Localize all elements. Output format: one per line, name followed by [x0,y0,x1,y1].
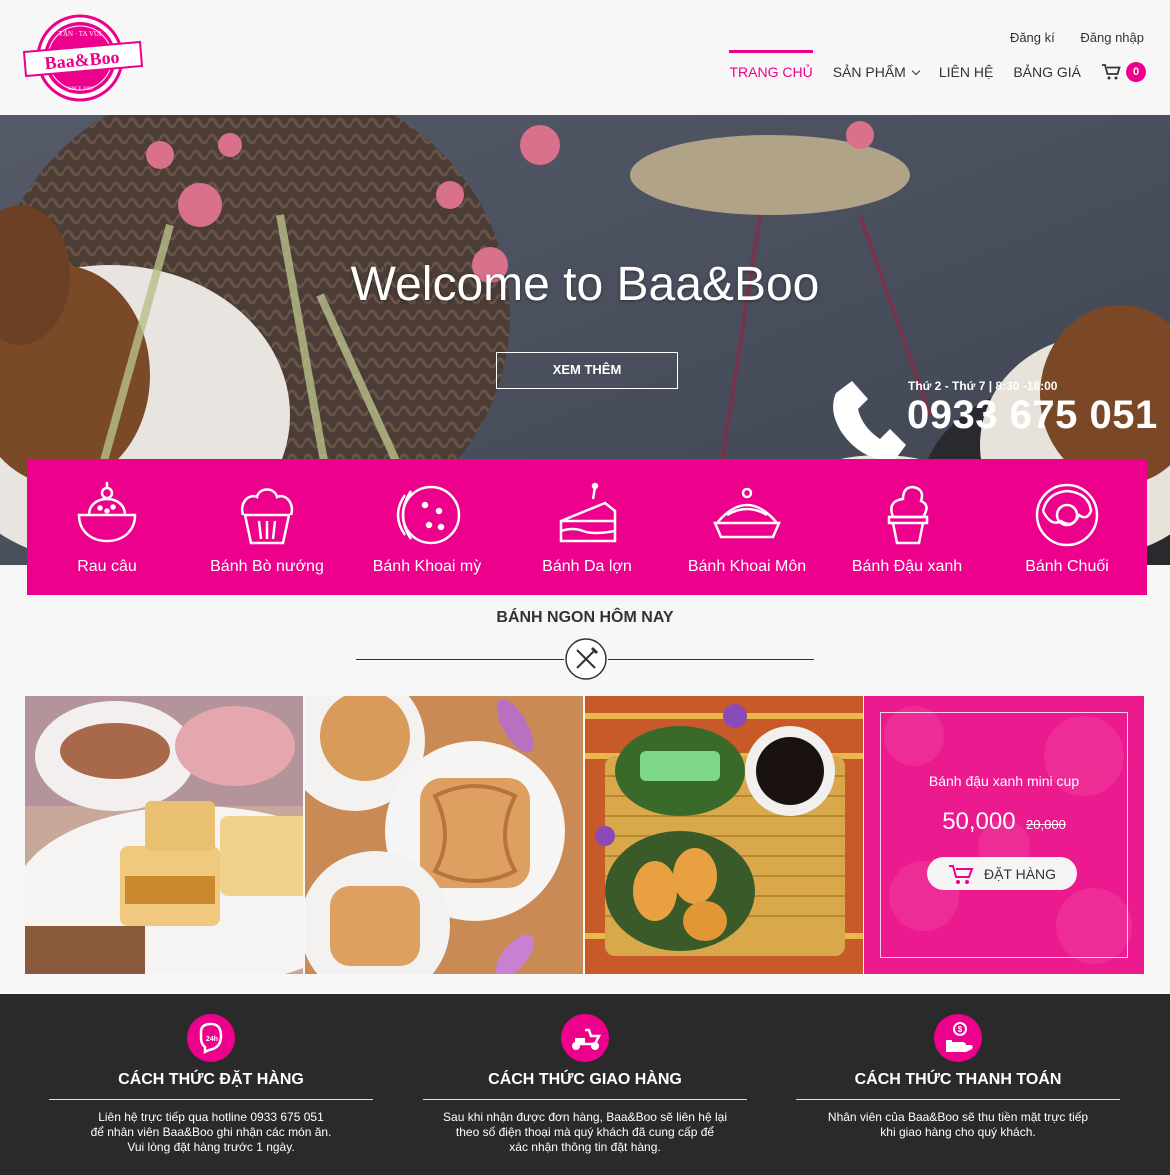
site-header: TẬN · TA VUI Baa&Boo SINCE 2009 Đăng kí … [0,0,1170,115]
text-line: Sau khi nhận được đơn hàng, Baa&Boo sẽ l… [443,1110,727,1124]
text-line: theo số điện thoại mà quý khách đã cung … [455,1125,715,1139]
category-banh-chuoi[interactable]: Bánh Chuối [987,459,1147,595]
product-image-kuih[interactable] [585,696,863,974]
category-label: Rau câu [77,558,137,575]
scooter-icon [561,1014,609,1062]
order-button[interactable]: ĐẶT HÀNG [927,857,1077,890]
icecream-icon [887,485,929,545]
svg-text:TẬN · TA VUI: TẬN · TA VUI [59,30,102,38]
cart-count-badge: 0 [1126,62,1146,82]
svg-text:SINCE 2009: SINCE 2009 [67,87,93,92]
pie-icon [713,487,781,539]
nav-prices[interactable]: BẢNG GIÁ [1013,50,1081,94]
ordering-text: Liên hệ trực tiếp qua hotline 0933 675 0… [49,1110,373,1155]
nav-products[interactable]: SẢN PHẨM [832,50,921,94]
info-footer: 24h CÁCH THỨC ĐẶT HÀNG Liên hệ trực tiếp… [0,994,1170,1175]
category-banh-khoai-my[interactable]: Bánh Khoai mỳ [347,459,507,595]
divider [49,1099,373,1100]
category-banh-da-lon[interactable]: Bánh Da lợn [507,459,667,595]
cake-slice-icon [559,482,617,543]
brand-logo[interactable]: TẬN · TA VUI Baa&Boo SINCE 2009 [22,14,144,102]
category-label: Bánh Bò nướng [210,558,324,575]
cutlery-icon [565,638,607,680]
nav-home[interactable]: TRANG CHỦ [729,50,813,94]
category-label: Bánh Khoai Môn [687,558,807,575]
text-line: khi giao hàng cho quý khách. [880,1125,1036,1139]
divider [423,1099,747,1100]
divider [796,1099,1120,1100]
text-line: xác nhận thông tin đặt hàng. [509,1140,661,1154]
category-label: Bánh Da lợn [542,558,632,575]
text-line: Liên hệ trực tiếp qua hotline 0933 675 0… [98,1110,324,1124]
donut-icon [1035,483,1099,547]
category-banh-khoai-mon[interactable]: Bánh Khoai Môn [667,459,827,595]
category-label: Bánh Đậu xanh [851,558,963,575]
category-banh-dau-xanh[interactable]: Bánh Đậu xanh [827,459,987,595]
promo-product-name: Bánh đậu xanh mini cup [928,773,1080,789]
register-link[interactable]: Đăng kí [1010,30,1055,45]
cookie-icon [396,485,461,545]
text-line: để nhân viên Baa&Boo ghi nhận các món ăn… [90,1125,332,1139]
login-link[interactable]: Đăng nhập [1080,30,1144,45]
category-rau-cau[interactable]: Rau câu [27,459,187,595]
cart-button[interactable]: 0 [1101,62,1146,82]
divider-line-left [356,659,564,660]
cupcake-icon [240,488,294,545]
category-bar: Rau câu Bánh Bò nướng Bánh Khoai mỳ Bánh… [27,459,1147,595]
product-image-mooncake[interactable] [305,696,583,974]
chevron-down-icon [911,66,921,76]
payment-title: CÁCH THỨC THANH TOÁN [854,1071,1062,1088]
category-banh-bo-nuong[interactable]: Bánh Bò nướng [187,459,347,595]
payment-text: Nhân viên của Baa&Boo sẽ thu tiền mặt tr… [796,1110,1120,1140]
svg-text:24h: 24h [206,1036,218,1043]
nav-contact[interactable]: LIÊN HỆ [939,50,993,94]
order-button-label: ĐẶT HÀNG [983,865,1057,882]
hero-title: Welcome to Baa&Boo [350,258,820,311]
divider-line-right [608,659,814,660]
cash-hand-icon: $ [934,1014,982,1062]
jelly-icon [77,482,137,543]
section-title: BÁNH NGON HÔM NAY [496,609,674,626]
business-hours: Thứ 2 - Thứ 7 | 8:30 -18:00 [908,379,1058,393]
promo-price-block: 50,000 20,000 [864,808,1144,836]
nav-products-label: SẢN PHẨM [832,64,906,80]
category-label: Bánh Chuối [1025,558,1109,575]
hotline-number[interactable]: 0933 675 051 [907,393,1158,438]
cart-icon [948,864,974,884]
ordering-title: CÁCH THỨC ĐẶT HÀNG [118,1071,304,1088]
cart-icon [1102,64,1121,80]
main-nav: TRANG CHỦ SẢN PHẨM LIÊN HỆ BẢNG GIÁ 0 [709,50,1146,94]
delivery-title: CÁCH THỨC GIAO HÀNG [488,1071,682,1088]
svg-text:$: $ [958,1025,963,1034]
text-line: Vui lòng đặt hàng trước 1 ngày. [127,1140,295,1154]
promo-old-price: 20,000 [1026,817,1066,832]
promo-card: Bánh đậu xanh mini cup 50,000 20,000 ĐẶT… [864,696,1144,974]
text-line: Nhân viên của Baa&Boo sẽ thu tiền mặt tr… [827,1110,1089,1124]
product-image-pineapple-cake[interactable] [25,696,303,974]
delivery-text: Sau khi nhận được đơn hàng, Baa&Boo sẽ l… [423,1110,747,1155]
account-links: Đăng kí Đăng nhập [988,30,1144,45]
phone-24h-icon: 24h [187,1014,235,1062]
see-more-button[interactable]: XEM THÊM [496,352,678,389]
promo-price: 50,000 [942,808,1016,835]
category-label: Bánh Khoai mỳ [372,558,482,575]
